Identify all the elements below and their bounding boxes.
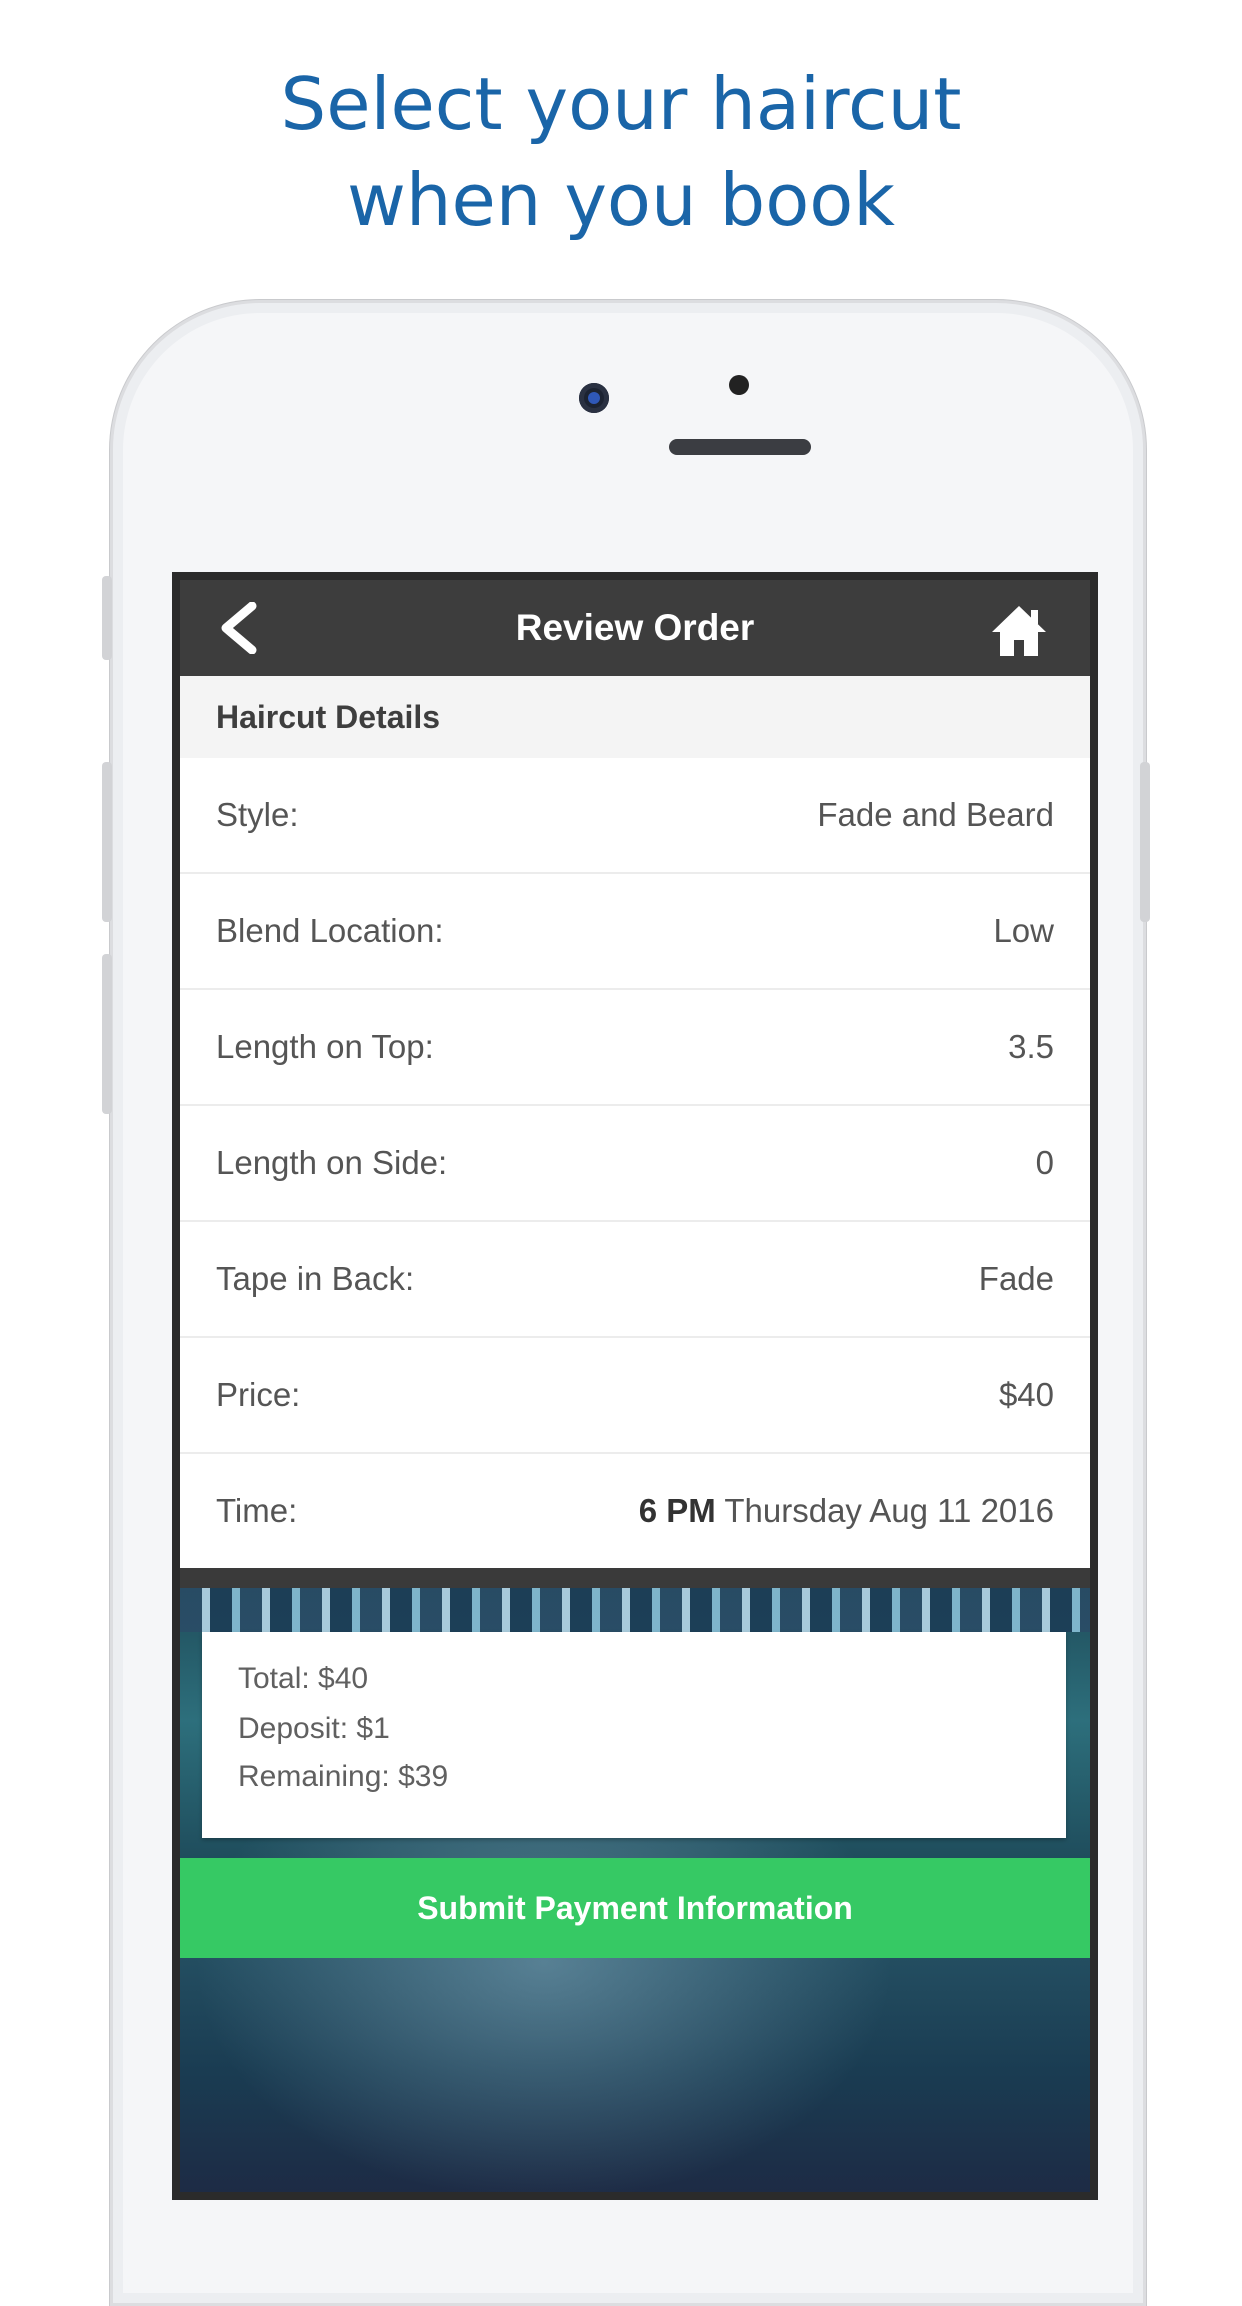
promo-headline: Select your haircut when you book [0, 56, 1242, 248]
volume-down-button [102, 954, 112, 1114]
payment-summary-card: Total: $40 Deposit: $1 Remaining: $39 [202, 1632, 1066, 1838]
headline-line-1: Select your haircut [280, 62, 962, 146]
summary-total: Total: $40 [238, 1662, 369, 1695]
skyline-strip [180, 1588, 1090, 1632]
detail-row-style: Style: Fade and Beard [180, 758, 1090, 874]
nav-bar: Review Order [180, 580, 1090, 676]
details-list: Style: Fade and Beard Blend Location: Lo… [180, 758, 1090, 1568]
earpiece-speaker [669, 439, 811, 455]
detail-label: Length on Side: [216, 1144, 448, 1181]
section-header: Haircut Details [180, 676, 1090, 759]
home-icon[interactable] [990, 604, 1048, 658]
detail-value: Fade and Beard [817, 796, 1054, 833]
detail-label: Tape in Back: [216, 1260, 415, 1297]
detail-row-length-top: Length on Top: 3.5 [180, 990, 1090, 1106]
detail-value: Fade [978, 1260, 1054, 1297]
detail-label: Price: [216, 1376, 301, 1413]
detail-label: Time: [216, 1492, 298, 1529]
page-title: Review Order [515, 607, 755, 648]
detail-row-length-side: Length on Side: 0 [180, 1106, 1090, 1222]
detail-row-price: Price: $40 [180, 1338, 1090, 1454]
mute-switch [102, 576, 112, 660]
time-date: Thursday Aug 11 2016 [724, 1492, 1054, 1529]
summary-deposit: Deposit: $1 [238, 1712, 390, 1745]
power-button [1140, 762, 1150, 922]
proximity-sensor [729, 375, 749, 395]
detail-row-time: Time: 6 PM Thursday Aug 11 2016 [180, 1454, 1090, 1568]
detail-row-blend-location: Blend Location: Low [180, 874, 1090, 990]
phone-screen: Review Order Haircut Details Style: Fade… [172, 572, 1098, 2200]
detail-value: $40 [998, 1376, 1054, 1413]
section-title: Haircut Details [216, 699, 441, 735]
volume-up-button [102, 762, 112, 922]
headline-line-2: when you book [346, 158, 895, 242]
detail-value: 6 PM Thursday Aug 11 2016 [639, 1454, 1054, 1568]
detail-label: Style: [216, 796, 299, 833]
detail-value: 3.5 [1008, 1028, 1054, 1065]
front-camera [579, 383, 609, 413]
time-hour: 6 PM [638, 1492, 716, 1529]
detail-value: 0 [1035, 1144, 1054, 1181]
summary-remaining: Remaining: $39 [238, 1760, 449, 1793]
detail-label: Length on Top: [216, 1028, 434, 1065]
detail-row-tape-back: Tape in Back: Fade [180, 1222, 1090, 1338]
detail-label: Blend Location: [216, 912, 444, 949]
submit-payment-button[interactable]: Submit Payment Information [180, 1858, 1090, 1958]
detail-value: Low [993, 912, 1054, 949]
city-background-image: Total: $40 Deposit: $1 Remaining: $39 Su… [180, 1588, 1090, 2192]
